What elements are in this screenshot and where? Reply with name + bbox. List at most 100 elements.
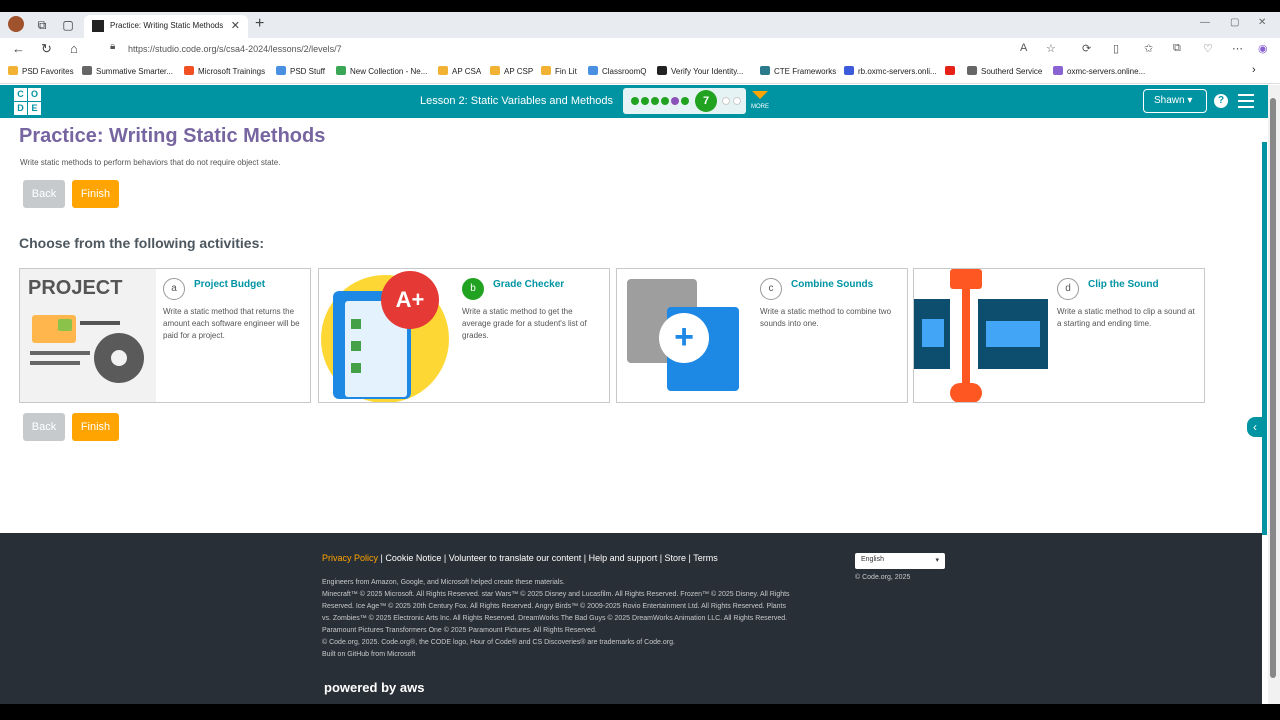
address-bar[interactable]: 🔒︎ https://studio.code.org/s/csa4-2024/l… xyxy=(100,39,1100,59)
activity-letter-completed: b xyxy=(462,278,484,300)
close-tab-icon[interactable]: ✕ xyxy=(231,19,240,32)
home-icon[interactable]: ⌂ xyxy=(70,41,78,56)
favorites-icon[interactable]: ✩ xyxy=(1144,42,1153,55)
plus-icon: + xyxy=(659,313,709,363)
level-dot[interactable] xyxy=(681,97,689,105)
minimize-icon[interactable]: — xyxy=(1200,17,1210,28)
active-browser-tab[interactable]: Practice: Writing Static Methods ✕ xyxy=(84,15,248,38)
code-org-logo[interactable]: C O D E xyxy=(13,87,42,116)
privacy-policy-link[interactable]: Privacy Policy xyxy=(322,553,378,563)
bookmark-item[interactable]: Southerd Service xyxy=(967,66,1042,76)
tab-title: Practice: Writing Static Methods xyxy=(110,21,224,30)
scrollbar-thumb[interactable] xyxy=(1270,98,1276,678)
bookmark-item[interactable]: AP CSP xyxy=(490,66,533,76)
read-aloud-icon[interactable]: A xyxy=(1020,42,1027,54)
folder-icon xyxy=(490,66,500,75)
footer-line: Engineers from Amazon, Google, and Micro… xyxy=(322,579,565,586)
close-window-icon[interactable]: ✕ xyxy=(1258,17,1266,28)
bookmark-item[interactable]: PSD Stuff xyxy=(276,66,325,76)
activity-card-clip-sound[interactable]: d Clip the Sound Write a static method t… xyxy=(913,268,1205,403)
level-dot[interactable] xyxy=(651,97,659,105)
tab-actions-icon[interactable]: ▢ xyxy=(60,17,76,33)
level-dot[interactable] xyxy=(722,97,730,105)
collection-icon xyxy=(336,66,346,75)
finish-button[interactable]: Finish xyxy=(72,180,119,208)
footer-copyright: © Code.org, 2025 xyxy=(855,574,911,581)
maximize-icon[interactable]: ▢ xyxy=(1230,17,1239,28)
bookmark-item[interactable]: PSD Favorites xyxy=(8,66,74,76)
bookmarks-overflow-icon[interactable]: › xyxy=(1252,64,1256,76)
bookmark-item[interactable]: ClassroomQ xyxy=(588,66,646,76)
activity-card-combine-sounds[interactable]: + c Combine Sounds Write a static method… xyxy=(616,268,908,403)
checkmark-icon xyxy=(351,341,361,351)
bookmark-item[interactable]: CTE Frameworks xyxy=(760,66,836,76)
split-screen-icon[interactable]: ▯ xyxy=(1113,42,1119,55)
grade-illustration: A+ xyxy=(319,269,455,402)
help-icon[interactable]: ? xyxy=(1214,94,1228,108)
activity-title[interactable]: Combine Sounds xyxy=(791,279,873,290)
level-dot[interactable] xyxy=(661,97,669,105)
microsoft-icon xyxy=(184,66,194,75)
activity-description: Write a static method that returns the a… xyxy=(163,307,300,340)
page-description: Write static methods to perform behavior… xyxy=(20,158,281,167)
workspaces-icon[interactable]: ⧉ xyxy=(34,17,50,33)
footer-link-list[interactable]: | Cookie Notice | Volunteer to translate… xyxy=(378,553,718,563)
bookmark-item[interactable]: Summative Smarter... xyxy=(82,66,173,76)
activity-card-grade-checker[interactable]: A+ b Grade Checker Write a static method… xyxy=(318,268,610,403)
profile-avatar[interactable] xyxy=(8,16,24,32)
activity-title[interactable]: Clip the Sound xyxy=(1088,279,1159,290)
youtube-icon xyxy=(945,66,955,75)
checkmark-icon xyxy=(351,319,361,329)
back-button-bottom[interactable]: Back xyxy=(23,413,65,441)
back-button[interactable]: Back xyxy=(23,180,65,208)
bookmark-item[interactable]: oxmc-servers.online... xyxy=(1053,66,1145,76)
level-dot[interactable] xyxy=(631,97,639,105)
settings-more-icon[interactable]: ⋯ xyxy=(1232,42,1243,55)
bookmark-item[interactable]: rb.oxmc-servers.onli... xyxy=(844,66,937,76)
footer-line: Minecraft™ © 2025 Microsoft. All Rights … xyxy=(322,591,790,634)
bookmark-item[interactable]: New Collection - Ne... xyxy=(336,66,427,76)
new-tab-icon[interactable]: + xyxy=(255,15,264,33)
bookmark-item[interactable]: AP CSA xyxy=(438,66,481,76)
activity-description: Write a static method to clip a sound at… xyxy=(1057,307,1195,328)
back-icon[interactable]: ← xyxy=(12,41,25,56)
finish-button-bottom[interactable]: Finish xyxy=(72,413,119,441)
level-dot[interactable] xyxy=(671,97,679,105)
more-levels-icon[interactable]: MORE xyxy=(751,90,769,114)
combine-illustration: + xyxy=(617,269,753,402)
folder-icon xyxy=(438,66,448,75)
copilot-icon[interactable]: ◉ xyxy=(1258,42,1268,55)
collapse-panel-icon[interactable]: ‹ xyxy=(1247,417,1263,437)
level-dot[interactable] xyxy=(733,97,741,105)
language-value: English xyxy=(861,556,884,563)
extensions-icon[interactable]: ⟳ xyxy=(1082,42,1091,55)
lesson-title[interactable]: Lesson 2: Static Variables and Methods xyxy=(420,95,613,107)
activity-title[interactable]: Project Budget xyxy=(194,279,265,290)
collections-icon[interactable]: ⧉ xyxy=(1173,42,1181,55)
browser-essentials-icon[interactable]: ♡ xyxy=(1203,42,1213,55)
bookmark-item[interactable]: Verify Your Identity... xyxy=(657,66,743,76)
user-menu-button[interactable]: Shawn ▾ xyxy=(1143,89,1207,113)
bookmark-item[interactable] xyxy=(945,66,959,76)
refresh-icon[interactable]: ↻ xyxy=(41,41,52,57)
language-select[interactable]: English ▾ xyxy=(855,553,945,569)
bookmark-item[interactable]: Microsoft Trainings xyxy=(184,66,265,76)
cte-icon xyxy=(760,66,770,75)
bookmark-item[interactable]: Fin Lit xyxy=(541,66,577,76)
a-plus-badge: A+ xyxy=(381,271,439,329)
activity-letter: a xyxy=(163,278,185,300)
clip-illustration xyxy=(914,269,1050,402)
activity-title[interactable]: Grade Checker xyxy=(493,279,564,290)
powered-by-aws-logo[interactable]: powered by aws xyxy=(324,680,424,695)
activity-card-project-budget[interactable]: PROJECT a Project Budget Write a static … xyxy=(19,268,311,403)
current-level-bubble[interactable]: 7 xyxy=(695,90,717,112)
chevron-down-icon xyxy=(752,91,768,99)
favorite-star-icon[interactable]: ☆ xyxy=(1046,42,1056,55)
project-art-text: PROJECT xyxy=(28,277,123,299)
footer-legal-text: Engineers from Amazon, Google, and Micro… xyxy=(322,577,792,661)
activity-letter: c xyxy=(760,278,782,300)
chevron-down-icon: ▾ xyxy=(935,557,939,564)
hamburger-menu-icon[interactable] xyxy=(1238,94,1254,108)
level-dot[interactable] xyxy=(641,97,649,105)
site-icon xyxy=(1053,66,1063,75)
